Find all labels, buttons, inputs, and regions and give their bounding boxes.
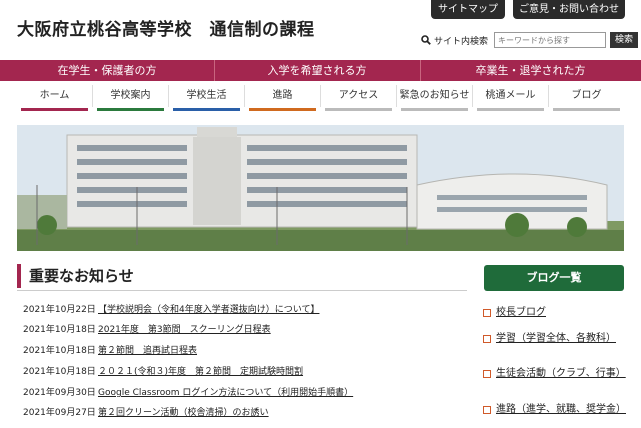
blog-list-button[interactable]: ブログ一覧 <box>484 265 624 291</box>
nav-tab-emergency[interactable]: 緊急のお知らせ <box>397 85 473 111</box>
notices-heading: 重要なお知らせ <box>17 264 459 288</box>
news-date: 2021年09月30日 <box>23 388 96 398</box>
nav-tab-mail[interactable]: 桃通メール <box>473 85 549 111</box>
audience-graduates[interactable]: 卒業生・退学された方 <box>420 60 641 81</box>
notices-divider <box>17 290 467 291</box>
news-item[interactable]: 2021年09月30日 Google Classroom ログイン方法について（利… <box>23 385 353 398</box>
contact-button[interactable]: ご意見・お問い合わせ <box>513 0 625 19</box>
blog-category-label[interactable]: 進路（進学、就職、奨学金） <box>496 404 626 415</box>
news-date: 2021年10月18日 <box>23 346 96 356</box>
news-item[interactable]: 2021年10月18日 ２０２１(令和３)年度 第２節間 定期試験時間割 <box>23 364 303 377</box>
blog-category-item[interactable]: 生徒会活動（クラブ、行事） <box>483 368 626 380</box>
nav-tab-access[interactable]: アクセス <box>321 85 397 111</box>
nav-underline <box>325 108 392 111</box>
nav-tab-label: アクセス <box>338 90 379 101</box>
nav-tab-blog[interactable]: ブログ <box>549 85 624 111</box>
news-item[interactable]: 2021年09月27日 第２回クリーン活動（校舎清掃）のお誘い <box>23 405 269 418</box>
news-date: 2021年10月22日 <box>23 305 96 315</box>
news-link[interactable]: 第２回クリーン活動（校舎清掃）のお誘い <box>98 408 269 418</box>
news-date: 2021年09月27日 <box>23 408 96 418</box>
search-label: サイト内検索 <box>434 36 489 47</box>
nav-tab-label: ホーム <box>39 90 70 101</box>
news-link[interactable]: Google Classroom ログイン方法について（利用開始手順書） <box>98 388 353 398</box>
main-nav: ホーム 学校案内 学校生活 進路 アクセス 緊急のお知らせ 桃通メール ブログ <box>17 85 624 112</box>
nav-tab-label: 進路 <box>272 90 293 101</box>
nav-tab-label: 緊急のお知らせ <box>399 90 470 101</box>
news-link[interactable]: 2021年度 第3節間 スクーリング日程表 <box>98 325 271 335</box>
audience-bar: 在学生・保護者の方 入学を希望される方 卒業生・退学された方 <box>0 60 641 81</box>
nav-tab-career[interactable]: 進路 <box>245 85 321 111</box>
nav-underline <box>173 108 240 111</box>
nav-underline <box>97 108 164 111</box>
audience-prospective[interactable]: 入学を希望される方 <box>214 60 421 81</box>
nav-tab-label: ブログ <box>571 90 602 101</box>
blog-category-label[interactable]: 生徒会活動（クラブ、行事） <box>496 368 626 379</box>
audience-current-students[interactable]: 在学生・保護者の方 <box>0 60 215 81</box>
sitemap-button[interactable]: サイトマップ <box>431 0 505 19</box>
square-bullet-icon <box>483 370 491 378</box>
square-bullet-icon <box>483 406 491 414</box>
search-input[interactable] <box>494 32 607 48</box>
nav-tab-label: 桃通メール <box>485 90 536 101</box>
news-item[interactable]: 2021年10月18日 第２節間 追再試日程表 <box>23 343 197 356</box>
blog-category-item[interactable]: 進路（進学、就職、奨学金） <box>483 404 626 416</box>
news-link[interactable]: 【学校説明会（令和4年度入学者選抜向け）について】 <box>98 305 319 315</box>
blog-category-label[interactable]: 校長ブログ <box>496 307 546 318</box>
news-link[interactable]: ２０２１(令和３)年度 第２節間 定期試験時間割 <box>98 367 303 377</box>
news-date: 2021年10月18日 <box>23 367 96 377</box>
news-link[interactable]: 第２節間 追再試日程表 <box>98 346 197 356</box>
school-building-photo <box>17 125 624 251</box>
blog-category-label[interactable]: 学習（学習全体、各教科） <box>496 333 616 344</box>
square-bullet-icon <box>483 309 491 317</box>
news-date: 2021年10月18日 <box>23 325 96 335</box>
nav-tab-about[interactable]: 学校案内 <box>93 85 169 111</box>
site-search: サイト内検索 検索 <box>421 31 639 49</box>
search-button[interactable]: 検索 <box>610 32 639 48</box>
nav-underline <box>21 108 88 111</box>
news-item[interactable]: 2021年10月22日 【学校説明会（令和4年度入学者選抜向け）について】 <box>23 302 319 315</box>
nav-underline <box>401 108 468 111</box>
nav-underline <box>249 108 316 111</box>
news-item[interactable]: 2021年10月18日 2021年度 第3節間 スクーリング日程表 <box>23 322 271 335</box>
nav-tab-home[interactable]: ホーム <box>17 85 93 111</box>
nav-tab-school-life[interactable]: 学校生活 <box>169 85 245 111</box>
banner-illustration <box>17 125 624 251</box>
nav-underline <box>477 108 544 111</box>
nav-tab-label: 学校生活 <box>186 90 227 101</box>
search-icon <box>421 35 431 45</box>
site-title[interactable]: 大阪府立桃谷高等学校 通信制の課程 <box>17 15 315 40</box>
blog-category-item[interactable]: 学習（学習全体、各教科） <box>483 333 621 345</box>
square-bullet-icon <box>483 335 491 343</box>
blog-category-item[interactable]: 校長ブログ <box>483 307 621 319</box>
nav-underline <box>553 108 620 111</box>
nav-tab-label: 学校案内 <box>110 90 151 101</box>
